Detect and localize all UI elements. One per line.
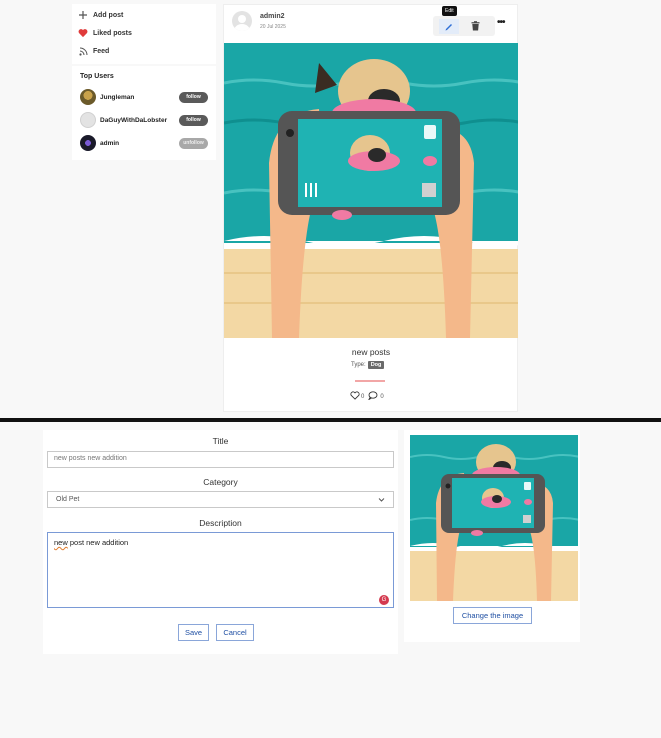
title-label: Title bbox=[212, 436, 229, 446]
reactions: 0 0 bbox=[350, 391, 384, 402]
user-name[interactable]: admin bbox=[100, 140, 179, 147]
like-button[interactable]: 0 bbox=[350, 391, 364, 402]
sidebar-item-label: Add post bbox=[93, 11, 124, 19]
sidebar-item-label: Feed bbox=[93, 47, 110, 55]
divider bbox=[355, 380, 385, 382]
user-row: Jungleman follow bbox=[80, 89, 208, 105]
post-actions bbox=[433, 16, 495, 36]
comment-count: 0 bbox=[380, 393, 384, 400]
description-text: post new addition bbox=[67, 538, 129, 547]
category-label: Category bbox=[203, 477, 238, 487]
post-date: 20 Jul 2025 bbox=[260, 24, 286, 30]
sidebar: Add post Liked posts Feed bbox=[72, 4, 216, 64]
grammarly-icon[interactable]: G bbox=[379, 595, 389, 605]
description-textarea[interactable]: new post new addition G bbox=[47, 532, 394, 608]
category-value: Old Pet bbox=[56, 496, 80, 503]
edit-post-form: Title new posts new addition Category Ol… bbox=[43, 430, 398, 654]
pencil-icon bbox=[444, 18, 454, 36]
post-author[interactable]: admin2 bbox=[260, 13, 285, 20]
description-label: Description bbox=[199, 518, 242, 528]
user-name[interactable]: Jungleman bbox=[100, 94, 179, 101]
avatar[interactable] bbox=[232, 11, 252, 31]
change-image-button[interactable]: Change the image bbox=[453, 607, 532, 624]
like-count: 0 bbox=[361, 393, 365, 400]
avatar[interactable] bbox=[80, 112, 96, 128]
comment-button[interactable]: 0 bbox=[368, 391, 384, 402]
heart-icon bbox=[78, 28, 88, 38]
comment-icon bbox=[368, 391, 378, 402]
user-name[interactable]: DaGuyWithDaLobster bbox=[100, 117, 179, 124]
post-type-badge: Dog bbox=[367, 361, 385, 369]
description-spelling-word: new bbox=[54, 538, 68, 547]
heart-outline-icon bbox=[350, 391, 360, 402]
rss-icon bbox=[78, 46, 88, 56]
follow-button[interactable]: follow bbox=[179, 114, 208, 126]
sidebar-item-feed[interactable]: Feed bbox=[78, 46, 109, 56]
avatar[interactable] bbox=[80, 135, 96, 151]
top-users-panel: Top Users Jungleman follow DaGuyWithDaLo… bbox=[72, 66, 216, 160]
trash-icon bbox=[471, 18, 480, 36]
plus-icon bbox=[78, 10, 88, 20]
preview-image bbox=[410, 435, 578, 601]
edit-tooltip: Edit bbox=[442, 6, 457, 16]
sidebar-item-liked-posts[interactable]: Liked posts bbox=[78, 28, 132, 38]
top-users-title: Top Users bbox=[80, 73, 114, 80]
image-preview-panel: Change the image bbox=[404, 430, 580, 642]
sidebar-item-add-post[interactable]: Add post bbox=[78, 10, 123, 20]
cancel-button[interactable]: Cancel bbox=[216, 624, 254, 641]
post-type: Type: Dog bbox=[351, 361, 385, 369]
separator bbox=[0, 418, 661, 422]
follow-button[interactable]: follow bbox=[179, 91, 208, 103]
title-input[interactable]: new posts new addition bbox=[47, 451, 394, 468]
user-row: DaGuyWithDaLobster follow bbox=[80, 112, 208, 128]
category-select[interactable]: Old Pet bbox=[47, 491, 394, 508]
chevron-down-icon bbox=[378, 496, 385, 503]
post-title[interactable]: new posts bbox=[224, 347, 518, 357]
edit-button[interactable] bbox=[439, 19, 459, 34]
unfollow-button[interactable]: unfollow bbox=[179, 137, 208, 149]
delete-button[interactable] bbox=[467, 19, 483, 34]
user-row: admin unfollow bbox=[80, 135, 208, 151]
post-type-label: Type: bbox=[351, 362, 366, 368]
sidebar-item-label: Liked posts bbox=[93, 29, 132, 37]
post-image bbox=[224, 43, 518, 338]
post-card: admin2 20 Jul 2025 Edit ••• new posts Ty… bbox=[223, 4, 518, 412]
save-button[interactable]: Save bbox=[178, 624, 209, 641]
more-options-icon[interactable]: ••• bbox=[497, 17, 505, 28]
avatar[interactable] bbox=[80, 89, 96, 105]
